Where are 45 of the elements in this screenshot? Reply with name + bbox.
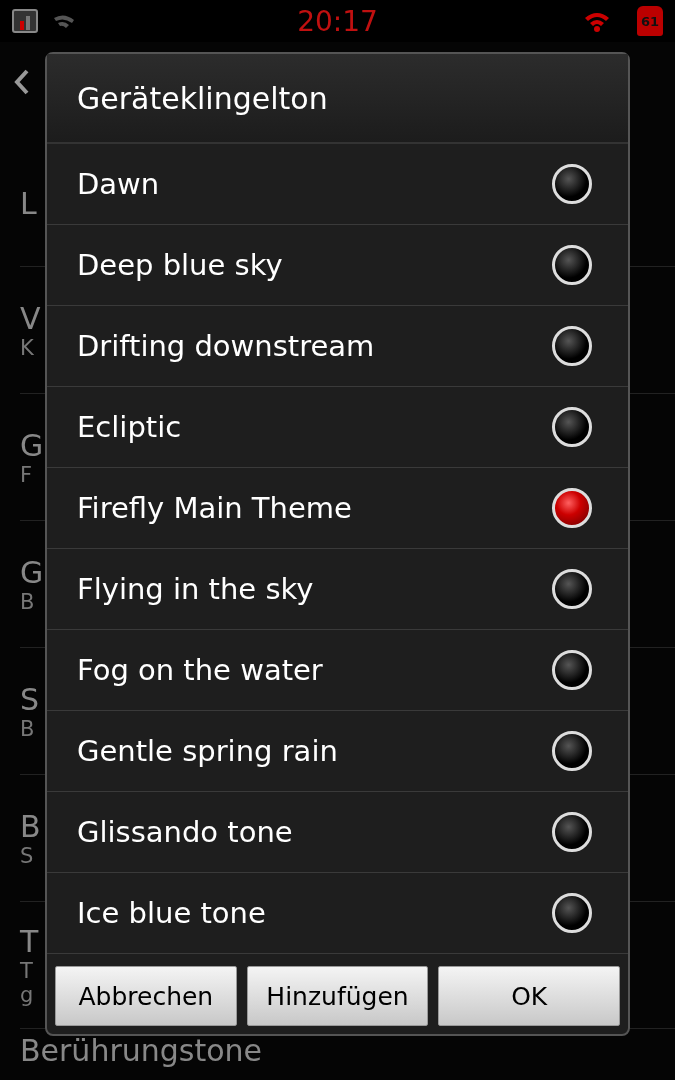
radio-button[interactable]: [552, 488, 592, 528]
setting-title: B: [20, 808, 41, 844]
ringtone-option[interactable]: Dawn: [47, 144, 628, 225]
setting-title: G: [20, 427, 44, 463]
radio-button[interactable]: [552, 326, 592, 366]
ringtone-option[interactable]: Ecliptic: [47, 387, 628, 468]
radio-button[interactable]: [552, 407, 592, 447]
chart-icon: [12, 9, 38, 33]
radio-button[interactable]: [552, 893, 592, 933]
setting-title: S: [20, 681, 40, 717]
setting-summary: K: [20, 335, 35, 360]
setting-summary: B: [20, 589, 36, 614]
setting-title: L: [20, 185, 37, 221]
ringtone-option[interactable]: Ice blue tone: [47, 873, 628, 954]
radio-button[interactable]: [552, 650, 592, 690]
signal-icon: [52, 12, 76, 30]
setting-summary: F: [20, 462, 34, 487]
setting-title: V: [20, 300, 41, 336]
radio-button[interactable]: [552, 569, 592, 609]
ringtone-option[interactable]: Deep blue sky: [47, 225, 628, 306]
dialog-title: Geräteklingelton: [47, 54, 628, 144]
ringtone-option[interactable]: Drifting downstream: [47, 306, 628, 387]
radio-button[interactable]: [552, 731, 592, 771]
setting-summary: S: [20, 843, 35, 868]
radio-button[interactable]: [552, 164, 592, 204]
setting-title: T: [20, 923, 39, 959]
ringtone-option[interactable]: Fog on the water: [47, 630, 628, 711]
setting-summary: g: [20, 982, 35, 1007]
wifi-icon: [583, 10, 611, 32]
radio-button[interactable]: [552, 812, 592, 852]
setting-title: Berührungstone: [20, 1033, 263, 1068]
ringtone-option[interactable]: Gentle spring rain: [47, 711, 628, 792]
ringtone-option[interactable]: Glissando tone: [47, 792, 628, 873]
dialog-button[interactable]: Hinzufügen: [246, 966, 429, 1026]
dialog-button[interactable]: OK: [438, 966, 620, 1026]
clock-time: 20:17: [297, 4, 378, 38]
dialog-button[interactable]: Abbrechen: [55, 966, 237, 1026]
setting-summary: B: [20, 716, 36, 741]
setting-summary: T: [20, 958, 34, 983]
setting-title: G: [20, 554, 44, 590]
battery-icon: 61: [637, 6, 663, 36]
radio-button[interactable]: [552, 245, 592, 285]
back-icon[interactable]: [14, 68, 30, 96]
ringtone-option[interactable]: Firefly Main Theme: [47, 468, 628, 549]
ringtone-option[interactable]: Flying in the sky: [47, 549, 628, 630]
